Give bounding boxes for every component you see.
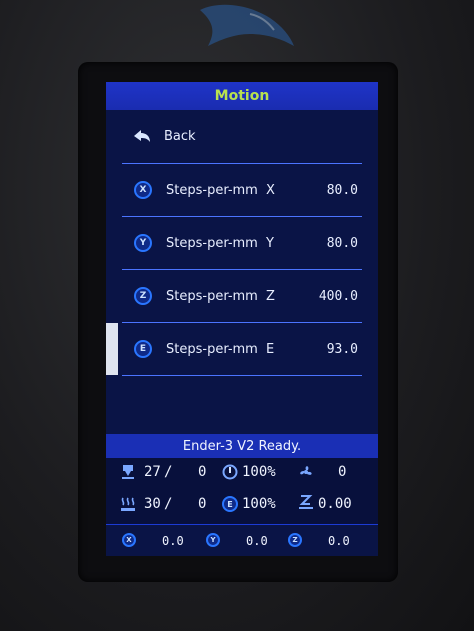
back-arrow-icon [134,130,150,142]
axis-letter: E [266,341,275,357]
bed-target-temp: 0 [198,496,207,512]
steps-per-mm-label: Steps-per-mm [166,288,258,304]
fan-icon [300,466,312,475]
hotend-separator: / [164,464,173,480]
steps-per-mm-label: Steps-per-mm [166,235,258,251]
flow-rate-value: 100% [242,496,276,512]
axis-letter: X [266,182,275,198]
steps-value: 80.0 [326,182,358,198]
bed-heat-icon [121,497,135,511]
steps-per-mm-y-item[interactable]: Y Steps-per-mm Y 80.0 [106,217,378,269]
bed-separator: / [164,496,173,512]
steps-per-mm-label: Steps-per-mm [166,341,258,357]
title-bar: Motion [106,82,378,110]
steps-per-mm-e-item[interactable]: E Steps-per-mm E 93.0 [106,323,378,375]
lcd-screen: Motion Back X Steps-per-mm X 80.0 Y Step… [106,82,378,556]
axis-letter: Z [266,288,275,304]
flow-rate-icon: E [222,496,238,512]
selection-cursor [106,323,118,375]
axis-letter: Y [266,235,274,251]
y-position-value: 0.0 [246,534,268,548]
steps-per-mm-x-item[interactable]: X Steps-per-mm X 80.0 [106,164,378,216]
menu-divider [122,375,362,376]
y-axis-icon: Y [134,234,152,252]
steps-value: 80.0 [326,235,358,251]
feedrate-icon [222,464,238,480]
fan-speed-value: 0 [338,464,347,480]
steps-value: 400.0 [318,288,358,304]
motion-menu: Back X Steps-per-mm X 80.0 Y Steps-per-m… [106,110,378,434]
y-position-icon: Y [206,533,220,547]
printer-status-panel: 27 / 0 100% 0 30 / 0 E 100% 0.00 [106,458,378,524]
z-position-icon: Z [288,533,302,547]
x-position-value: 0.0 [162,534,184,548]
z-axis-icon: Z [134,287,152,305]
bed-current-temp: 30 [144,496,161,512]
steps-value: 93.0 [326,341,358,357]
hotend-current-temp: 27 [144,464,161,480]
position-bar: X 0.0 Y 0.0 Z 0.0 [106,524,378,556]
z-offset-value: 0.00 [318,496,352,512]
e-axis-icon: E [134,340,152,358]
steps-per-mm-label: Steps-per-mm [166,182,258,198]
x-axis-icon: X [134,181,152,199]
hotend-icon [122,465,134,479]
feedrate-value: 100% [242,464,276,480]
status-message: Ender-3 V2 Ready. [106,434,378,458]
back-label: Back [164,128,196,144]
back-menu-item[interactable]: Back [106,110,378,162]
z-position-value: 0.0 [328,534,350,548]
page-title: Motion [214,88,270,104]
dragon-logo-icon [200,4,294,47]
hotend-target-temp: 0 [198,464,207,480]
x-position-icon: X [122,533,136,547]
z-offset-icon [299,495,313,509]
steps-per-mm-z-item[interactable]: Z Steps-per-mm Z 400.0 [106,270,378,322]
